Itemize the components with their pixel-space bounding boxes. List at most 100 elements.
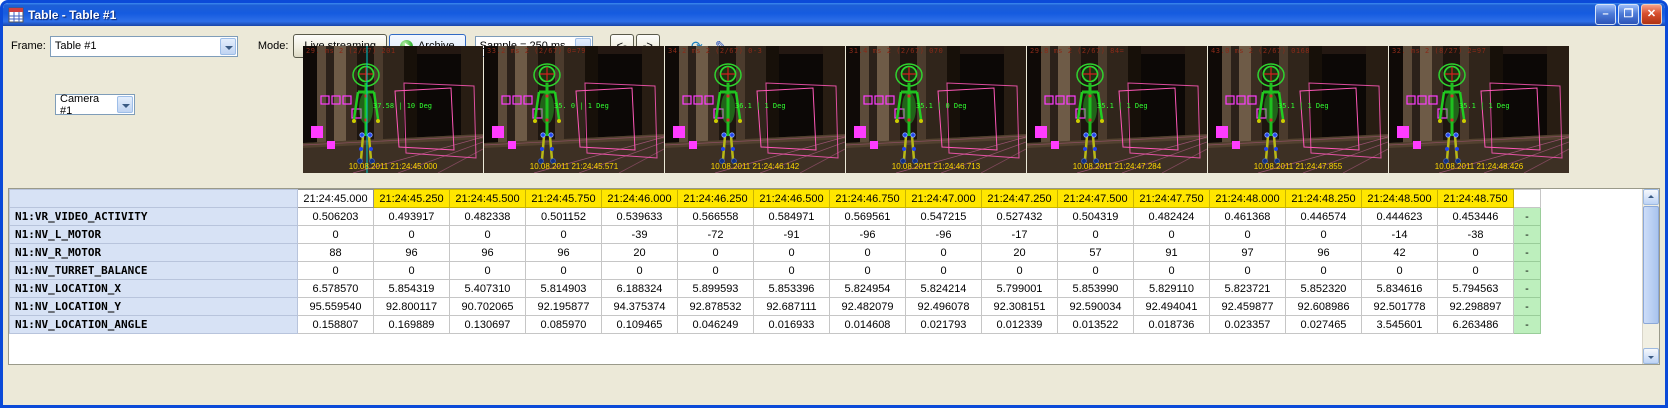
value-cell[interactable]: 0.109465: [602, 316, 678, 334]
video-thumbnail[interactable]: 31.4 ms 2 (2/67) 070 35.1 | 0 Deg 10.08.…: [846, 46, 1026, 173]
value-cell[interactable]: 91: [1134, 244, 1210, 262]
value-cell[interactable]: 92.459877: [1210, 298, 1286, 316]
column-header[interactable]: 21:24:47.250: [982, 190, 1058, 208]
camera-select[interactable]: Camera #1: [55, 94, 135, 115]
value-cell[interactable]: 5.853990: [1058, 280, 1134, 298]
value-cell[interactable]: 92.298897: [1438, 298, 1514, 316]
value-cell[interactable]: 0.446574: [1286, 208, 1362, 226]
value-cell[interactable]: 0.493917: [374, 208, 450, 226]
value-cell[interactable]: 0.085970: [526, 316, 602, 334]
value-cell[interactable]: 96: [450, 244, 526, 262]
value-cell[interactable]: 0: [1134, 262, 1210, 280]
value-cell[interactable]: 0: [298, 226, 374, 244]
value-cell[interactable]: 0.018736: [1134, 316, 1210, 334]
column-header[interactable]: 21:24:46.250: [678, 190, 754, 208]
value-cell[interactable]: 0.046249: [678, 316, 754, 334]
value-cell[interactable]: 0.569561: [830, 208, 906, 226]
value-cell[interactable]: 57: [1058, 244, 1134, 262]
scroll-down-icon[interactable]: [1643, 348, 1659, 364]
value-cell[interactable]: 0: [526, 226, 602, 244]
column-header[interactable]: 21:24:48.500: [1362, 190, 1438, 208]
value-cell[interactable]: 0: [1438, 244, 1514, 262]
row-label[interactable]: N1:VR_VIDEO_ACTIVITY: [10, 208, 298, 226]
value-cell[interactable]: 92.687111: [754, 298, 830, 316]
value-cell[interactable]: 0.482424: [1134, 208, 1210, 226]
column-header[interactable]: 21:24:46.000: [602, 190, 678, 208]
value-cell[interactable]: -96: [830, 226, 906, 244]
column-header[interactable]: 21:24:47.500: [1058, 190, 1134, 208]
value-cell[interactable]: 92.878532: [678, 298, 754, 316]
value-cell[interactable]: 5.829110: [1134, 280, 1210, 298]
value-cell[interactable]: 0.444623: [1362, 208, 1438, 226]
frame-select[interactable]: Table #1: [50, 36, 238, 57]
value-cell[interactable]: 90.702065: [450, 298, 526, 316]
row-label[interactable]: N1:NV_TURRET_BALANCE: [10, 262, 298, 280]
value-cell[interactable]: 92.496078: [906, 298, 982, 316]
value-cell[interactable]: 0.013522: [1058, 316, 1134, 334]
value-cell[interactable]: 5.852320: [1286, 280, 1362, 298]
value-cell[interactable]: 5.853396: [754, 280, 830, 298]
value-cell[interactable]: 0.539633: [602, 208, 678, 226]
value-cell[interactable]: 0.547215: [906, 208, 982, 226]
row-label[interactable]: N1:NV_L_MOTOR: [10, 226, 298, 244]
value-cell[interactable]: 0.453446: [1438, 208, 1514, 226]
value-cell[interactable]: 92.590034: [1058, 298, 1134, 316]
value-cell[interactable]: 0.584971: [754, 208, 830, 226]
value-cell[interactable]: 92.482079: [830, 298, 906, 316]
value-cell[interactable]: 0: [906, 244, 982, 262]
value-cell[interactable]: 0: [1438, 262, 1514, 280]
value-cell[interactable]: 0: [678, 262, 754, 280]
value-cell[interactable]: 0.130697: [450, 316, 526, 334]
value-cell[interactable]: -91: [754, 226, 830, 244]
chevron-down-icon[interactable]: [117, 96, 133, 113]
value-cell[interactable]: 92.494041: [1134, 298, 1210, 316]
column-header[interactable]: 21:24:45.750: [526, 190, 602, 208]
value-cell[interactable]: -39: [602, 226, 678, 244]
maximize-button[interactable]: ❐: [1618, 4, 1639, 25]
video-thumbnail[interactable]: 34.2 ms 2 (2/67) 0-3 36.1 | 1 Deg 10.08.…: [665, 46, 845, 173]
value-cell[interactable]: 0: [982, 262, 1058, 280]
value-cell[interactable]: 96: [374, 244, 450, 262]
close-button[interactable]: ✕: [1641, 4, 1662, 25]
value-cell[interactable]: -72: [678, 226, 754, 244]
value-cell[interactable]: 0: [1058, 262, 1134, 280]
minimize-button[interactable]: –: [1595, 4, 1616, 25]
value-cell[interactable]: 5.799001: [982, 280, 1058, 298]
value-cell[interactable]: 92.308151: [982, 298, 1058, 316]
value-cell[interactable]: 0.504319: [1058, 208, 1134, 226]
value-cell[interactable]: -14: [1362, 226, 1438, 244]
value-cell[interactable]: 20: [982, 244, 1058, 262]
value-cell[interactable]: 0: [526, 262, 602, 280]
column-header[interactable]: 21:24:48.750: [1438, 190, 1514, 208]
scroll-up-icon[interactable]: [1643, 189, 1659, 205]
scrollbar-thumb[interactable]: [1643, 206, 1659, 324]
value-cell[interactable]: -38: [1438, 226, 1514, 244]
value-cell[interactable]: 20: [602, 244, 678, 262]
value-cell[interactable]: 0: [374, 226, 450, 244]
value-cell[interactable]: 0.482338: [450, 208, 526, 226]
value-cell[interactable]: 0.016933: [754, 316, 830, 334]
value-cell[interactable]: 96: [1286, 244, 1362, 262]
value-cell[interactable]: 0: [450, 226, 526, 244]
value-cell[interactable]: 0.027465: [1286, 316, 1362, 334]
value-cell[interactable]: 5.823721: [1210, 280, 1286, 298]
row-label[interactable]: N1:NV_R_MOTOR: [10, 244, 298, 262]
value-cell[interactable]: 0: [1286, 226, 1362, 244]
value-cell[interactable]: 6.188324: [602, 280, 678, 298]
value-cell[interactable]: 0: [830, 262, 906, 280]
value-cell[interactable]: 0: [1210, 262, 1286, 280]
value-cell[interactable]: 6.263486: [1438, 316, 1514, 334]
video-thumbnail[interactable]: 29.8 ms 2 (2/67) 84= 35.1 | 1 Deg 10.08.…: [1027, 46, 1207, 173]
video-thumbnail[interactable]: 33.2 ms 2 (2/67) 0=79 35. 0 | 1 Deg 10.0…: [484, 46, 664, 173]
column-header[interactable]: 21:24:46.500: [754, 190, 830, 208]
value-cell[interactable]: 0: [830, 244, 906, 262]
value-cell[interactable]: -96: [906, 226, 982, 244]
value-cell[interactable]: 0.461368: [1210, 208, 1286, 226]
value-cell[interactable]: 0: [298, 262, 374, 280]
value-cell[interactable]: 97: [1210, 244, 1286, 262]
value-cell[interactable]: 3.545601: [1362, 316, 1438, 334]
value-cell[interactable]: 0: [374, 262, 450, 280]
value-cell[interactable]: 0: [1210, 226, 1286, 244]
row-label[interactable]: N1:NV_LOCATION_Y: [10, 298, 298, 316]
value-cell[interactable]: 0.501152: [526, 208, 602, 226]
